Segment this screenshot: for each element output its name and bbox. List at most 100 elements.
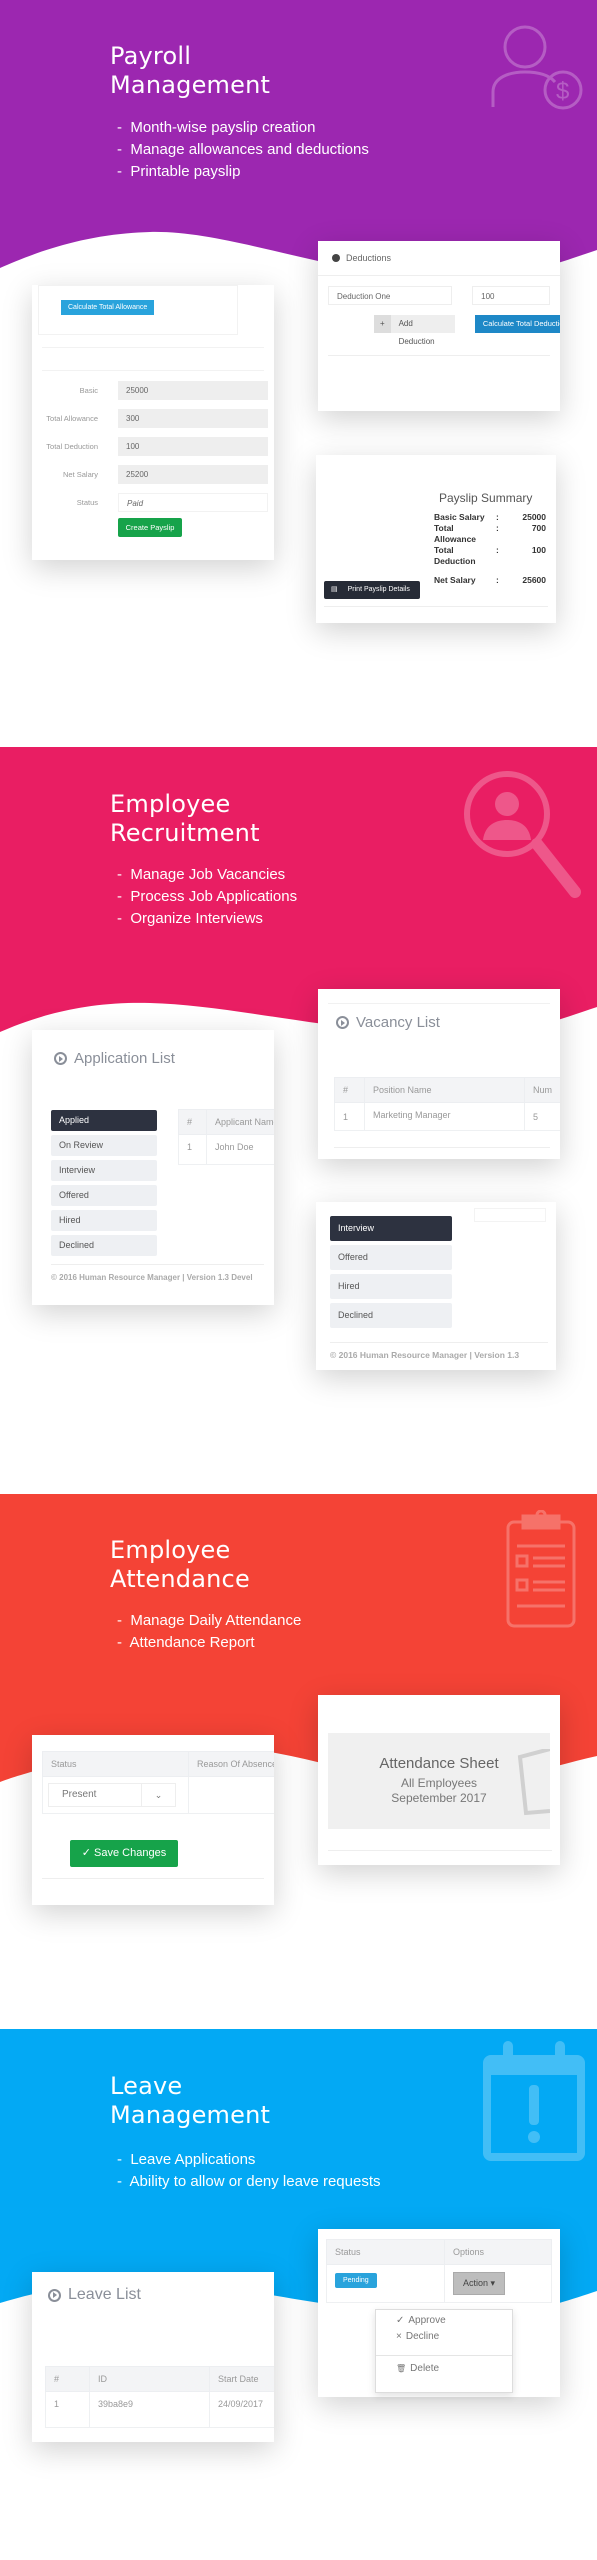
bullet: Month-wise payslip creation [117, 117, 369, 139]
summary-sep: : [496, 512, 499, 522]
cell: 1 [45, 2391, 90, 2428]
stage-hired[interactable]: Hired [330, 1274, 452, 1299]
stage-hired[interactable]: Hired [51, 1210, 157, 1231]
title-line: Leave [110, 2072, 183, 2100]
total-deduction-input[interactable]: 100 [118, 437, 268, 456]
column-header: Start Date [209, 2366, 274, 2392]
app-footer: © 2016 Human Resource Manager | Version … [51, 1273, 253, 1282]
vacancy-card: Vacancy List # Position Name Num 1 Marketin… [318, 989, 560, 1159]
menu-label: Decline [405, 2331, 440, 2342]
basic-input[interactable]: 25000 [118, 381, 268, 400]
bullet: Leave Applications [117, 2149, 380, 2171]
check-icon: ✓ [396, 2315, 405, 2326]
column-header: Status [42, 1751, 189, 1777]
title-line: Management [110, 2101, 271, 2129]
title-line: Management [110, 71, 271, 99]
bullet: Attendance Report [117, 1632, 301, 1654]
total-allowance-input[interactable]: 300 [118, 409, 268, 428]
deductions-card: Deductions Deduction One 100 + Add Deduct… [318, 241, 560, 411]
stage-offered[interactable]: Offered [51, 1185, 157, 1206]
leave-section: LeaveManagement Leave Applications Abili… [0, 2029, 597, 2560]
create-payslip-button[interactable]: Create Payslip [118, 518, 182, 537]
stage-interview[interactable]: Interview [51, 1160, 157, 1181]
attendance-section: EmployeeAttendance Manage Daily Attendan… [0, 1494, 597, 2029]
magnifier-person-icon [455, 762, 585, 917]
action-label: Action [463, 2278, 489, 2288]
stage-on-review[interactable]: On Review [51, 1135, 157, 1156]
title-line: Employee [110, 1536, 231, 1564]
sheet-subtitle-1: All Employees [400, 1776, 478, 1790]
application-stage-list: Applied On Review Interview Offered Hire… [51, 1110, 157, 1260]
calendar-alert-icon [483, 2041, 585, 2166]
bullet: Manage Daily Attendance [117, 1610, 301, 1632]
leave-bullets: Leave Applications Ability to allow or d… [117, 2149, 381, 2193]
recruitment-title: Employee Recruitment [110, 790, 260, 848]
table-row[interactable]: 1 39ba8e9 24/09/2017 [45, 2391, 274, 2428]
menu-item-approve[interactable]: ✓ Approve [376, 2310, 512, 2329]
summary-label: Basic Salary [434, 512, 485, 522]
attendance-status-card: Status Reason Of Absence Present ⌄ ✓ Save … [32, 1735, 274, 1905]
menu-label: Approve [408, 2315, 446, 2326]
menu-item-delete[interactable]: 🗑 Delete [376, 2363, 512, 2374]
save-changes-button[interactable]: ✓ Save Changes [70, 1840, 178, 1867]
vacancy-table: # Position Name Num 1 Marketing Manager 5 [334, 1077, 560, 1131]
chevron-down-icon: ⌄ [141, 1784, 175, 1806]
payroll-bullets: Month-wise payslip creation Manage allow… [117, 117, 369, 183]
summary-sep: : [496, 523, 499, 533]
bullet: Process Job Applications [117, 886, 297, 908]
vacancy-header: Vacancy List [318, 1004, 560, 1031]
recruitment-bullets: Manage Job Vacancies Process Job Applica… [117, 864, 297, 930]
cell: John Doe [206, 1134, 274, 1165]
svg-text:$: $ [556, 78, 569, 105]
bullet: Ability to allow or deny leave requests [117, 2171, 381, 2193]
application-header: Application List [32, 1030, 274, 1067]
status-value: Present [62, 1789, 97, 1800]
cell: 1 [178, 1134, 207, 1165]
stage-declined[interactable]: Declined [51, 1235, 157, 1256]
table-row[interactable]: 1 John Doe [178, 1134, 274, 1165]
payroll-title: Payroll Management [110, 42, 270, 100]
sheet-title: Attendance Sheet [379, 1755, 499, 1772]
stage-interview[interactable]: Interview [330, 1216, 452, 1241]
save-changes-label: Save Changes [94, 1847, 167, 1859]
print-payslip-button[interactable]: ▤ Print Payslip Details [324, 581, 420, 599]
deduction-name-input[interactable]: Deduction One [328, 286, 453, 305]
deductions-title: Deductions [346, 253, 392, 263]
table-row[interactable]: 1 Marketing Manager 5 [334, 1102, 560, 1131]
cell: 24/09/2017 [209, 2391, 274, 2428]
attendance-table: Status Reason Of Absence Present ⌄ [42, 1751, 274, 1814]
column-header: Reason Of Absence [188, 1751, 274, 1777]
net-salary-input[interactable]: 25200 [118, 465, 268, 484]
plus-icon: + [374, 315, 391, 333]
cell: 1 [334, 1102, 365, 1131]
calculate-total-allowance-button[interactable]: Calculate Total Allowance [61, 300, 155, 315]
status-select[interactable]: Present ⌄ [48, 1783, 176, 1807]
payslip-summary-card: Payslip Summary Basic Salary: 25000 Total… [316, 455, 556, 623]
calculate-total-deductions-button[interactable]: Calculate Total Deductions [474, 315, 560, 333]
deduction-amount-input[interactable]: 100 [472, 286, 550, 305]
leave-title: Leave Management [110, 2072, 270, 2130]
cell: Marketing Manager [364, 1102, 525, 1131]
menu-item-decline[interactable]: × Decline [376, 2329, 512, 2348]
column-header: # [334, 1077, 365, 1103]
salary-fields: Basic 25000 Total Allowance 300 Total Dedu… [32, 371, 274, 537]
field-label: Status [76, 498, 98, 507]
circle-arrow-icon [336, 1016, 349, 1029]
menu-label: Delete [410, 2363, 440, 2374]
cell: 5 [524, 1102, 560, 1131]
bullet: Printable payslip [117, 161, 369, 183]
stage-offered[interactable]: Offered [330, 1245, 452, 1270]
add-deduction-button[interactable]: + Add Deduction [374, 315, 455, 346]
action-dropdown-button[interactable]: Action ▾ [453, 2272, 506, 2295]
summary-table: Basic Salary: 25000 Total Allowance: 700 T… [434, 512, 546, 586]
printer-icon: ▤ [331, 586, 338, 593]
stage-declined[interactable]: Declined [330, 1303, 452, 1328]
stage-applied[interactable]: Applied [51, 1110, 157, 1131]
summary-value: 700 [531, 523, 546, 533]
bullet: Manage Job Vacancies [117, 864, 297, 886]
application-title: Application List [74, 1050, 175, 1067]
column-header: ID [89, 2366, 210, 2392]
circle-arrow-icon [54, 1052, 67, 1065]
print-payslip-label: Print Payslip Details [347, 586, 410, 593]
status-select[interactable]: Paid [118, 493, 268, 512]
